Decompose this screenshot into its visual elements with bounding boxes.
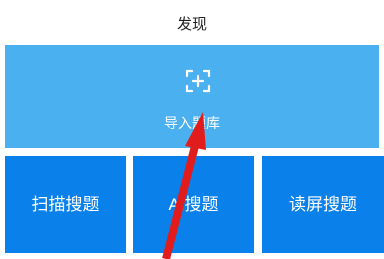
scan-search-label: 扫描搜题 [31, 194, 100, 214]
scan-search-button[interactable]: 扫描搜题 [5, 156, 126, 253]
screen-read-search-label: 读屏搜题 [289, 194, 357, 214]
import-card-label: 导入题库 [164, 115, 220, 131]
import-question-bank-button[interactable]: 导入题库 [5, 45, 379, 148]
screen-read-search-button[interactable]: 读屏搜题 [262, 156, 384, 253]
page-title: 发现 [176, 15, 207, 33]
ai-search-button[interactable]: AI搜题 [133, 156, 254, 253]
scan-plus-icon [185, 69, 211, 93]
ai-search-label: AI搜题 [168, 194, 219, 214]
